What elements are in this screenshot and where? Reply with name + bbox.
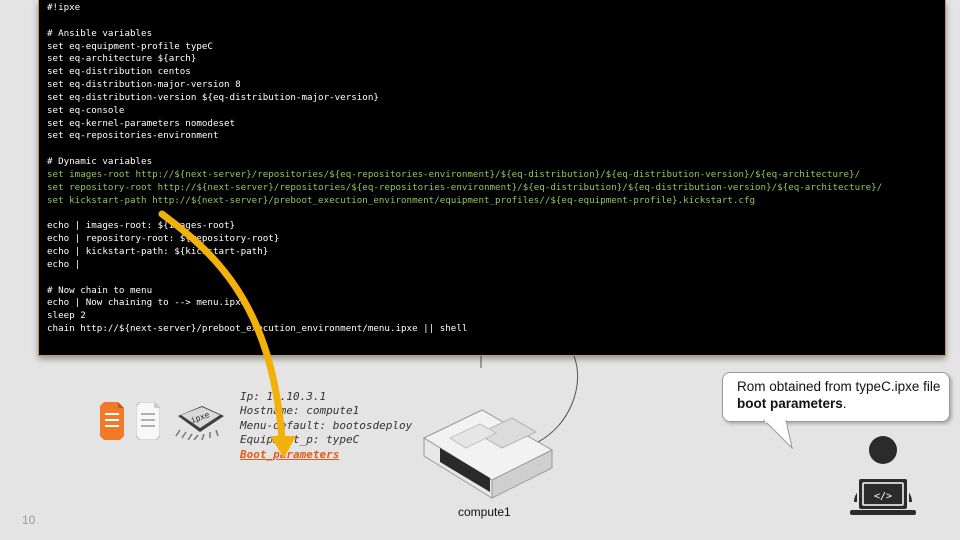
terminal-line: # Now chain to menu	[47, 284, 153, 296]
info-hostname: Hostname: compute1	[240, 404, 360, 418]
terminal-line: set eq-repositories-environment	[47, 130, 219, 142]
svg-text:</>: </>	[874, 491, 892, 502]
terminal-line: sleep 2	[47, 310, 86, 322]
slide-number: 10	[22, 513, 36, 527]
terminal-line: set eq-console	[47, 104, 125, 116]
terminal-line: chain http://${next-server}/preboot_exec…	[47, 323, 468, 335]
terminal-line: echo |	[47, 258, 81, 270]
info-boot-parameters: Boot_parameters	[240, 447, 340, 461]
ipxe-script-terminal: #!ipxe # Ansible variables set eq-equipmen…	[38, 0, 946, 356]
callout-bubble: Rom obtained from typeC.ipxe file boot p…	[722, 372, 950, 422]
terminal-line: echo | Now chaining to --> menu.ipxe	[47, 297, 247, 309]
callout-end: .	[842, 396, 847, 411]
terminal-line: echo | kickstart-path: ${kickstart-path}	[47, 246, 269, 258]
terminal-line: set eq-distribution centos	[47, 66, 191, 78]
server-label: compute1	[458, 505, 511, 519]
terminal-line: set eq-distribution-major-version 8	[47, 79, 241, 91]
terminal-line: set eq-equipment-profile typeC	[47, 40, 213, 52]
terminal-line: echo | repository-root: ${repository-roo…	[47, 233, 280, 245]
white-file-icon	[136, 402, 160, 440]
orange-file-icon	[100, 402, 124, 440]
callout-text: Rom obtained from typeC.ipxe file	[737, 379, 941, 394]
info-menu-default: Menu-default: bootosdeploy	[240, 418, 413, 432]
info-ip: Ip: 10.10.3.1	[240, 390, 327, 403]
terminal-line: set images-root http://${next-server}/re…	[47, 168, 861, 180]
terminal-line: set eq-architecture ${arch}	[47, 53, 197, 65]
terminal-line: set eq-kernel-parameters nomodeset	[47, 117, 236, 129]
terminal-line: set repository-root http://${next-server…	[47, 181, 883, 193]
terminal-line: set eq-distribution-version ${eq-distrib…	[47, 91, 379, 103]
terminal-line: #!ipxe	[47, 2, 81, 13]
terminal-line: # Ansible variables	[47, 27, 153, 39]
callout-bold-text: boot parameters	[737, 396, 843, 411]
terminal-line: # Dynamic variables	[47, 156, 153, 168]
host-info: Ip: 10.10.3.1 Hostname: compute1 Menu-defa…	[240, 390, 412, 462]
ipxe-chip-icon: ipxe	[175, 406, 224, 440]
info-equipment: Equipment_p: typeC	[240, 433, 360, 447]
terminal-line: echo | images-root: ${images-root}	[47, 220, 236, 232]
server-icon	[422, 409, 554, 499]
callout-tail	[763, 420, 793, 450]
developer-laptop-icon: </>	[850, 436, 916, 515]
terminal-line: set kickstart-path http://${next-server}…	[47, 194, 756, 206]
